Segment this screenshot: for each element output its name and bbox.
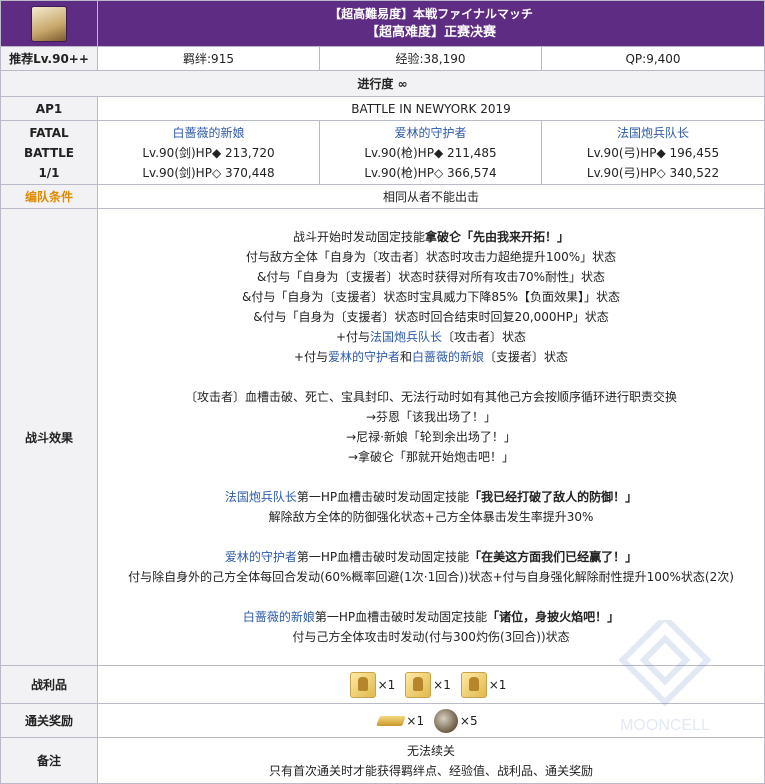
quest-avatar[interactable] [31,5,67,42]
notes-label: 备注 [0,737,98,784]
title-cn: 【超高难度】正赛决赛 [366,24,497,40]
gold-statue-icon[interactable] [405,671,432,698]
battle-name: BATTLE IN NEWYORK 2019 [96,96,765,121]
title-row: 【超高難易度】本戦ファイナルマッチ 【超高难度】正赛决赛 [0,0,765,47]
enemy-hp-2: Lv.90(剑)HP◇ 370,448 [142,165,275,180]
reward-qty: ×5 [459,713,478,728]
effect-line: →拿破仑「那就开始炮击吧！」 [347,450,515,464]
enemy-cell: 法国炮兵队长 Lv.90(弓)HP◆ 196,455 Lv.90(弓)HP◇ 3… [540,120,765,185]
title-cell: 【超高難易度】本戦ファイナルマッチ 【超高难度】正赛决赛 [96,0,765,47]
battle-label-battle: BATTLE [24,145,74,160]
battle-label-fatal: FATAL [29,125,69,140]
effects-cell: 战斗开始时发动固定技能拿破仑「先由我来开拓！」 付与敌方全体「自身为〔攻击者〕状… [96,208,765,666]
effect-line: 付与敌方全体「自身为〔攻击者〕状态时攻击力超绝提升100%」状态 [245,250,617,264]
drops-cell: ×1 ×1 ×1 [96,665,765,704]
reward-qty: ×1 [406,713,425,728]
effect-line: +付与法国炮兵队长〔攻击者〕状态 [335,330,527,344]
enemy-link-artillery[interactable]: 法国炮兵队长 [370,330,442,344]
effect-line: →尼禄·新娘「轮到余出场了！」 [346,430,516,444]
enemy-name-link[interactable]: 白蔷薇的新娘 [98,123,319,143]
enemy-link-guardian[interactable]: 爱林的守护者 [328,350,400,364]
effect-line: 解除敌方全体的防御强化状态+己方全体暴击发生率提升30% [268,510,594,524]
team-condition-text: 相同从者不能出击 [96,184,765,209]
bond-value: 羁绊:915 [97,46,320,71]
drop-qty: ×1 [488,677,507,692]
qp-value: QP:9,400 [540,46,765,71]
drops-label: 战利品 [0,665,98,704]
enemy-cell: 白蔷薇的新娘 Lv.90(剑)HP◆ 213,720 Lv.90(剑)HP◇ 3… [97,120,320,185]
enemy-cell: 爱林的守护者 Lv.90(枪)HP◆ 211,485 Lv.90(枪)HP◇ 3… [319,120,542,185]
avatar-cell [0,0,98,47]
gold-statue-icon[interactable] [460,671,487,698]
enemy-hp-1: Lv.90(剑)HP◆ 213,720 [142,145,275,160]
effects-label: 战斗效果 [0,208,98,666]
battle-label: FATAL BATTLE 1/1 [0,120,98,185]
battle-label-count: 1/1 [38,165,60,180]
progress-label: 进行度 ∞ [0,70,765,97]
effect-line: 〔攻击者〕血槽击破、死亡、宝具封印、无法行动时如有其他己方会按顺序循环进行职责交… [185,390,678,404]
rewards-row: 通关奖励 ×1 ×5 [0,703,765,738]
note-line: 无法续关 [407,743,456,758]
orb-icon[interactable] [433,708,458,733]
progress-row: 进行度 ∞ [0,70,765,97]
effect-line: 付与除自身外的己方全体每回合发动(60%概率回避(1次·1回合))状态+付与自身… [128,570,734,584]
enemy-link-bride[interactable]: 白蔷薇的新娘 [412,350,484,364]
recommended-level: 推荐Lv.90++ [0,46,98,71]
team-condition-label-text: 编队条件 [24,190,73,204]
notes-cell: 无法续关 只有首次通关时才能获得羁绊点、经验值、战利品、通关奖励 [96,737,765,784]
stats-row: 推荐Lv.90++ 羁绊:915 经验:38,190 QP:9,400 [0,46,765,71]
effect-line: +付与爱林的守护者和白蔷薇的新娘〔支援者〕状态 [293,350,569,364]
exp-value: 经验:38,190 [319,46,542,71]
title-jp: 【超高難易度】本戦ファイナルマッチ [329,6,533,21]
team-condition-row: 编队条件 相同从者不能出击 [0,184,765,209]
effect-line: 白蔷薇的新娘第一HP血槽击破时发动固定技能「诸位，身披火焰吧！」 [242,610,620,624]
enemy-hp-1: Lv.90(弓)HP◆ 196,455 [586,145,720,160]
drop-qty: ×1 [377,677,396,692]
notes-row: 备注 无法续关 只有首次通关时才能获得羁绊点、经验值、战利品、通关奖励 [0,737,765,784]
effect-line: &付与「自身为〔支援者〕状态时获得对所有攻击70%耐性」状态 [256,270,606,284]
rewards-label: 通关奖励 [0,703,98,738]
drop-qty: ×1 [433,677,451,692]
gold-statue-icon[interactable] [349,671,376,698]
quest-table: 【超高難易度】本戦ファイナルマッチ 【超高难度】正赛决赛 推荐Lv.90++ 羁… [0,0,765,784]
effect-line: 付与己方全体攻击时发动(付与300灼伤(3回合))状态 [292,630,570,644]
enemy-hp-1: Lv.90(枪)HP◆ 211,485 [364,145,497,160]
effect-line: 战斗开始时发动固定技能拿破仑「先由我来开拓！」 [292,230,570,244]
effect-line: &付与「自身为〔支援者〕状态时回合结束时回复20,000HP」状态 [253,310,609,324]
effect-line: &付与「自身为〔支援者〕状态时宝具威力下降85%【负面效果】」状态 [241,290,621,304]
enemy-hp-2: Lv.90(弓)HP◇ 340,522 [586,165,720,180]
ap-label: AP1 [0,96,98,121]
effects-row: 战斗效果 战斗开始时发动固定技能拿破仑「先由我来开拓！」 付与敌方全体「自身为〔… [0,208,765,666]
enemy-link-bride[interactable]: 白蔷薇的新娘 [243,610,315,624]
enemy-link-guardian[interactable]: 爱林的守护者 [225,550,297,564]
enemy-name-link[interactable]: 法国炮兵队长 [542,123,764,143]
team-condition-label: 编队条件 [0,184,98,209]
rewards-cell: ×1 ×5 [96,703,765,738]
effect-line: 爱林的守护者第一HP血槽击破时发动固定技能「在美这方面我们已经赢了！」 [224,550,638,564]
gold-bar-icon[interactable] [376,715,407,726]
ap-row: AP1 BATTLE IN NEWYORK 2019 [0,96,765,121]
drops-row: 战利品 ×1 ×1 ×1 [0,665,765,704]
enemy-name-link[interactable]: 爱林的守护者 [320,123,541,143]
enemy-link-artillery[interactable]: 法国炮兵队长 [225,490,297,504]
note-line: 只有首次通关时才能获得羁绊点、经验值、战利品、通关奖励 [269,763,594,778]
effect-line: 法国炮兵队长第一HP血槽击破时发动固定技能「我已经打破了敌人的防御！」 [224,490,638,504]
enemy-row: FATAL BATTLE 1/1 白蔷薇的新娘 Lv.90(剑)HP◆ 213,… [0,120,765,185]
effect-line: →芬恩「该我出场了！」 [365,410,497,424]
enemy-hp-2: Lv.90(枪)HP◇ 366,574 [364,165,497,180]
